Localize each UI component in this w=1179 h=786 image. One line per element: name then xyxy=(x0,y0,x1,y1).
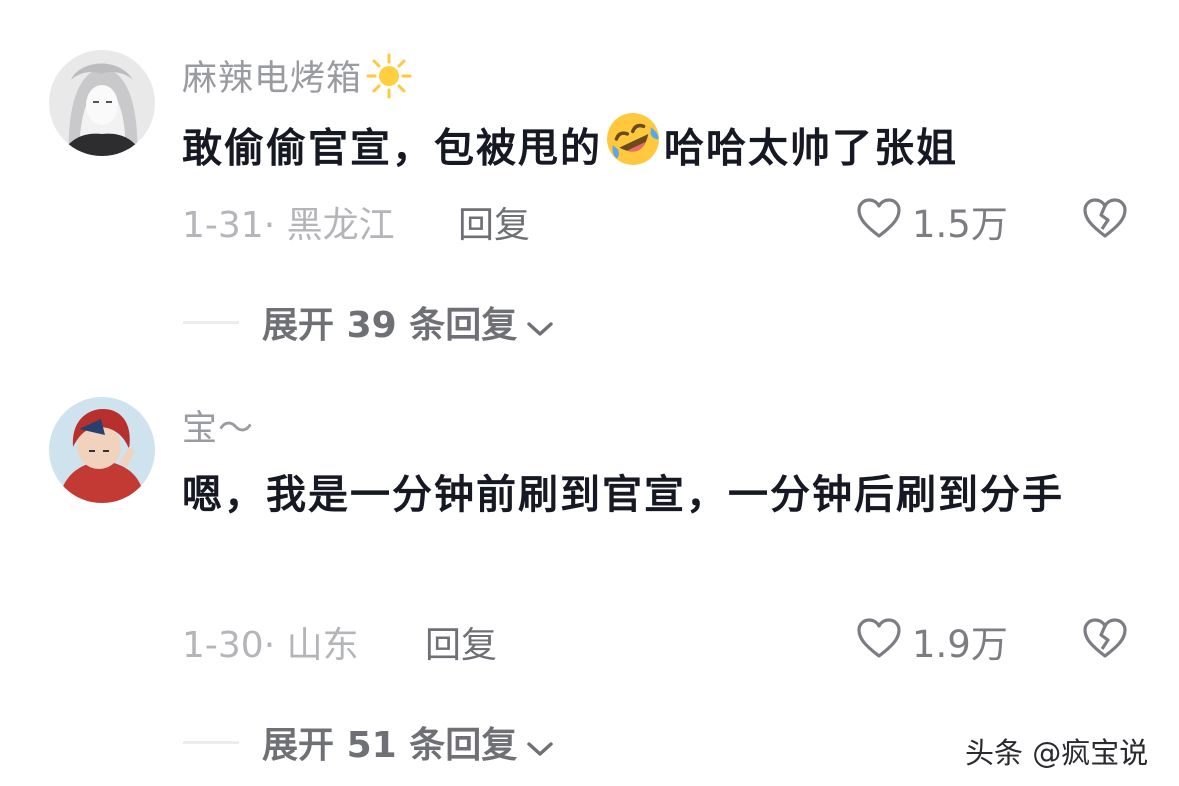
date-location: 1-30· 山东 xyxy=(182,625,359,666)
reply-button[interactable]: 回复 xyxy=(425,616,497,668)
sun-icon xyxy=(366,53,412,108)
rolling-on-floor-laughing-emoji xyxy=(604,110,662,191)
broken-heart-icon xyxy=(1083,198,1127,238)
heart-icon xyxy=(857,198,901,238)
expand-replies-row: 展开 39 条回复 xyxy=(0,296,700,346)
broken-heart-icon xyxy=(1083,618,1127,658)
divider xyxy=(183,321,239,324)
username[interactable]: 宝～ xyxy=(182,400,254,451)
heart-icon xyxy=(857,618,901,658)
expand-replies-button[interactable]: 展开 51 条回复 xyxy=(262,716,555,768)
expand-replies-button[interactable]: 展开 39 条回复 xyxy=(262,296,555,348)
watermark: 头条 @疯宝说 xyxy=(965,736,1149,770)
like-count: 1.9万 xyxy=(912,623,1008,666)
chevron-down-icon xyxy=(525,307,555,348)
dislike-button[interactable] xyxy=(1082,197,1128,243)
reply-button[interactable]: 回复 xyxy=(458,196,530,248)
comment-text: 敢偷偷官宣，包被甩的 哈哈太帅了张姐 xyxy=(182,110,1112,191)
expand-replies-row: 展开 51 条回复 xyxy=(0,716,700,766)
chevron-down-icon xyxy=(525,727,555,768)
divider xyxy=(183,741,239,744)
avatar[interactable] xyxy=(49,397,155,503)
comment-text: 嗯，我是一分钟前刷到官宣，一分钟后刷到分手 xyxy=(182,472,1064,518)
avatar[interactable] xyxy=(49,50,155,156)
username[interactable]: 麻辣电烤箱 xyxy=(182,50,412,108)
dislike-button[interactable] xyxy=(1082,617,1128,663)
like-count: 1.5万 xyxy=(912,203,1008,246)
date-location: 1-31· 黑龙江 xyxy=(182,205,395,246)
